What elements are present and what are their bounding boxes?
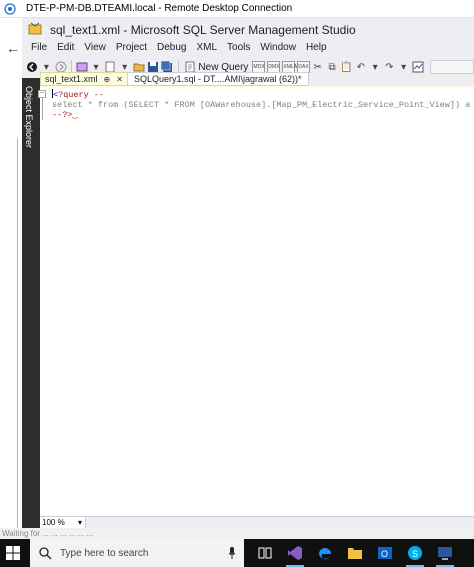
outlook-icon[interactable]: O [376, 544, 394, 562]
edge-browser-icon[interactable] [316, 544, 334, 562]
editor-gutter: − [38, 88, 50, 516]
windows-start-icon[interactable] [6, 546, 20, 560]
background-status-text: Waiting for ... ... ... ... ... ... [0, 528, 474, 539]
taskbar-search-box[interactable]: Type here to search [30, 539, 244, 567]
editor-code: <?query -- select * from (SELECT * FROM … [52, 89, 470, 120]
zoom-bar: 100 % ▾ [40, 516, 474, 528]
menu-debug[interactable]: Debug [152, 40, 191, 56]
search-placeholder: Type here to search [60, 547, 149, 559]
tab-label: sql_text1.xml [45, 74, 98, 84]
close-icon[interactable]: ✕ [116, 75, 123, 84]
rdp-title-bar: DTE-P-PM-DB.DTEAMI.local - Remote Deskto… [0, 0, 474, 18]
code-line-2: select * from (SELECT * FROM [OAWarehous… [52, 100, 471, 110]
menu-file[interactable]: File [26, 40, 52, 56]
menu-window[interactable]: Window [255, 40, 301, 56]
menu-tools[interactable]: Tools [222, 40, 255, 56]
object-explorer-label: Object Explorer [24, 86, 34, 149]
search-icon [39, 547, 52, 560]
divider [17, 138, 18, 530]
rdp-title: DTE-P-PM-DB.DTEAMI.local - Remote Deskto… [26, 3, 293, 14]
new-query-label: New Query [198, 61, 249, 73]
pin-icon[interactable]: ⊕ [104, 75, 111, 84]
remote-desktop-taskbar-icon[interactable] [436, 544, 454, 567]
tab-label: SQLQuery1.sql - DT....AMI\jagrawal (62))… [133, 74, 302, 84]
zoom-select[interactable]: 100 % ▾ [40, 517, 86, 528]
menu-bar: File Edit View Project Debug XML Tools W… [22, 40, 474, 56]
windows-taskbar: Type here to search O S [0, 539, 474, 567]
collapse-icon[interactable]: − [38, 90, 46, 98]
document-tabs: sql_text1.xml ⊕ ✕ SQLQuery1.sql - DT....… [40, 72, 474, 86]
menu-help[interactable]: Help [301, 40, 332, 56]
xml-editor[interactable]: − <?query -- select * from (SELECT * FRO… [38, 88, 474, 516]
svg-text:O: O [381, 549, 388, 559]
remote-desktop-icon [4, 3, 16, 15]
code-line-1: ?query -- [58, 90, 105, 100]
ssms-title-bar: sql_text1.xml - Microsoft SQL Server Man… [22, 18, 474, 40]
back-nav-icon[interactable] [26, 60, 38, 74]
code-line-3: --?> [52, 110, 73, 120]
tab-sql-text1-xml[interactable]: sql_text1.xml ⊕ ✕ [40, 72, 128, 86]
window-title: sql_text1.xml - Microsoft SQL Server Man… [50, 23, 356, 37]
svg-text:S: S [412, 549, 418, 559]
tab-sqlquery1[interactable]: SQLQuery1.sql - DT....AMI\jagrawal (62))… [127, 72, 309, 86]
microphone-icon[interactable] [228, 547, 236, 559]
object-explorer-tab[interactable]: Object Explorer [22, 78, 40, 528]
zoom-value: 100 % [42, 518, 65, 527]
visual-studio-icon[interactable] [286, 544, 304, 567]
menu-edit[interactable]: Edit [52, 40, 79, 56]
chevron-down-icon: ▾ [77, 518, 82, 527]
file-explorer-icon[interactable] [346, 544, 364, 562]
ssms-logo-icon [28, 22, 42, 35]
back-arrow-icon[interactable]: ← [6, 40, 20, 56]
ssms-window: sql_text1.xml - Microsoft SQL Server Man… [22, 18, 474, 528]
task-view-icon[interactable] [256, 544, 274, 562]
background-window: ← [0, 18, 22, 530]
menu-project[interactable]: Project [111, 40, 152, 56]
skype-icon[interactable]: S [406, 544, 424, 567]
menu-view[interactable]: View [79, 40, 111, 56]
menu-xml[interactable]: XML [191, 40, 222, 56]
